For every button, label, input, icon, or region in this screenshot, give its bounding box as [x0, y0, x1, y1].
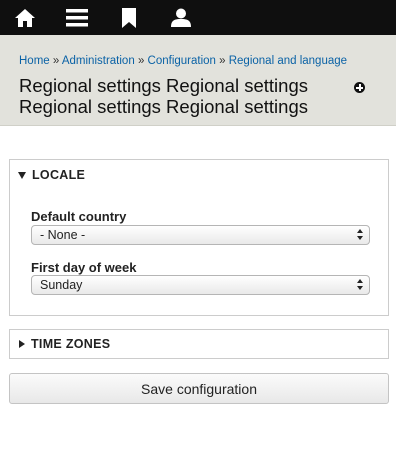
save-configuration-button[interactable]: Save configuration	[9, 373, 389, 404]
time-zones-fieldset: TIME ZONES	[9, 329, 389, 359]
locale-legend: LOCALE	[32, 168, 86, 182]
admin-toolbar	[0, 0, 396, 35]
breadcrumb: Home » Administration » Configuration » …	[19, 54, 379, 68]
page-header: Home » Administration » Configuration » …	[0, 35, 396, 126]
select-arrows-icon	[357, 279, 365, 291]
default-country-select[interactable]: - None -	[31, 225, 370, 245]
breadcrumb-home[interactable]: Home	[19, 55, 50, 67]
select-arrows-icon	[357, 229, 365, 241]
breadcrumb-separator: »	[219, 55, 229, 67]
default-country-value: - None -	[40, 228, 86, 242]
user-icon[interactable]	[156, 0, 206, 35]
locale-toggle[interactable]: LOCALE	[18, 160, 85, 190]
menu-icon[interactable]	[52, 0, 102, 35]
breadcrumb-separator: »	[137, 55, 148, 67]
locale-fieldset: LOCALE Default country - None - First da…	[9, 159, 389, 316]
time-zones-legend: TIME ZONES	[31, 337, 111, 351]
first-day-value: Sunday	[40, 278, 83, 292]
breadcrumb-administration[interactable]: Administration	[62, 55, 135, 67]
triangle-down-icon	[18, 171, 26, 179]
first-day-label: First day of week	[31, 260, 137, 275]
breadcrumb-regional-and-language[interactable]: Regional and language	[229, 55, 347, 67]
home-icon[interactable]	[0, 0, 50, 35]
triangle-right-icon	[19, 340, 25, 348]
breadcrumb-configuration[interactable]: Configuration	[148, 55, 216, 67]
default-country-label: Default country	[31, 209, 127, 224]
breadcrumb-separator: »	[52, 55, 62, 67]
add-shortcut-icon[interactable]	[354, 82, 365, 93]
page-title: Regional settings Regional settings Regi…	[19, 75, 308, 117]
bookmark-icon[interactable]	[104, 0, 154, 35]
first-day-select[interactable]: Sunday	[31, 275, 370, 295]
time-zones-toggle[interactable]: TIME ZONES	[18, 330, 110, 358]
